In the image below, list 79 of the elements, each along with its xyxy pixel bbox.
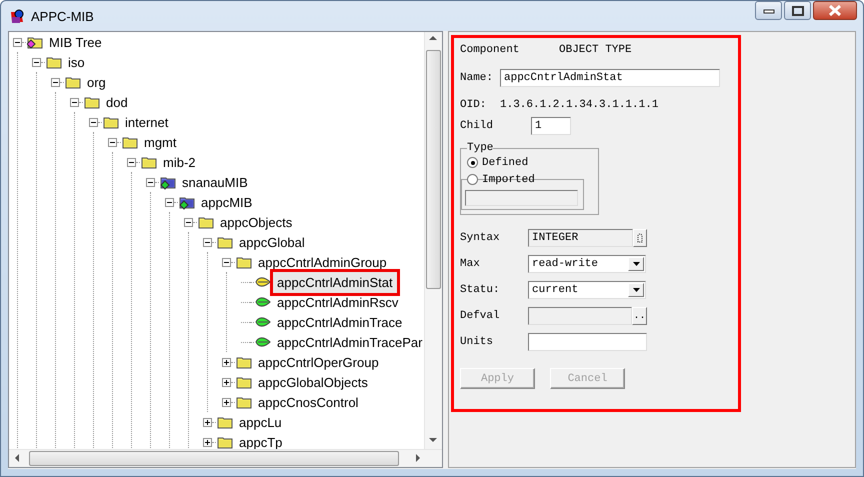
expand-toggle[interactable] bbox=[146, 178, 155, 186]
tree-item[interactable]: appcGlobalObjects bbox=[254, 372, 372, 392]
expand-toggle[interactable] bbox=[108, 138, 117, 146]
component-value: OBJECT TYPE bbox=[559, 44, 632, 56]
scroll-thumb[interactable] bbox=[29, 451, 399, 466]
defval-field[interactable] bbox=[528, 307, 632, 325]
tree-item[interactable]: appcCntrlAdminTracePar bbox=[273, 332, 426, 352]
tree-item[interactable]: internet bbox=[121, 112, 172, 132]
radio-label: Imported bbox=[482, 174, 535, 186]
expand-toggle[interactable] bbox=[165, 198, 174, 206]
expand-toggle[interactable] bbox=[203, 418, 212, 426]
tree-item[interactable]: appcObjects bbox=[216, 212, 296, 232]
scroll-thumb[interactable] bbox=[426, 50, 441, 289]
expand-toggle[interactable] bbox=[89, 118, 98, 126]
tree-item[interactable]: appcCntrlAdminStat bbox=[273, 272, 397, 292]
expand-toggle[interactable] bbox=[222, 358, 231, 366]
tree-item[interactable]: appcCntrlAdminGroup bbox=[254, 252, 391, 272]
tree-item[interactable]: appcCnosControl bbox=[254, 392, 362, 412]
oid-label: OID: bbox=[460, 99, 488, 111]
tree-item[interactable]: appcCntrlAdminTrace bbox=[273, 312, 406, 332]
expand-toggle[interactable] bbox=[70, 98, 79, 106]
dropdown[interactable]: current bbox=[528, 281, 646, 299]
field-label: Statu: bbox=[460, 284, 501, 296]
expand-toggle[interactable] bbox=[222, 258, 231, 266]
tree-item[interactable]: appcMIB bbox=[197, 192, 256, 212]
expand-toggle[interactable] bbox=[222, 398, 231, 406]
field-label: Units bbox=[460, 336, 494, 348]
syntax-field[interactable]: INTEGER bbox=[528, 229, 633, 247]
dropdown-arrow-icon bbox=[632, 261, 640, 267]
expand-toggle[interactable] bbox=[203, 438, 212, 446]
tree-item[interactable]: mib-2 bbox=[159, 152, 200, 172]
child-label: Child bbox=[460, 120, 494, 132]
tree-item[interactable]: snanauMIB bbox=[178, 172, 252, 192]
input-field[interactable] bbox=[465, 190, 578, 206]
expand-toggle[interactable] bbox=[127, 158, 136, 166]
expand-toggle[interactable] bbox=[13, 38, 22, 46]
maximize-button[interactable] bbox=[784, 1, 811, 20]
radio-button[interactable] bbox=[467, 157, 478, 168]
tree-item[interactable]: iso bbox=[64, 52, 89, 72]
expand-toggle[interactable] bbox=[203, 238, 212, 246]
tree-item[interactable]: mgmt bbox=[140, 132, 180, 152]
dotted-icon bbox=[636, 233, 644, 243]
dropdown[interactable]: read-write bbox=[528, 255, 646, 273]
tree-item[interactable]: MIB Tree bbox=[45, 32, 106, 52]
component-label: Component bbox=[460, 44, 520, 56]
maximize-icon bbox=[792, 6, 804, 16]
vertical-scrollbar[interactable] bbox=[424, 32, 442, 450]
tree-item[interactable]: org bbox=[83, 72, 110, 92]
oid-value: 1.3.6.1.2.1.34.3.1.1.1.1 bbox=[500, 99, 658, 111]
tree-item[interactable]: appcLu bbox=[235, 412, 286, 432]
tree-item[interactable]: appcCntrlAdminRscv bbox=[273, 292, 402, 312]
name-label: Name: bbox=[460, 72, 494, 84]
tree-item[interactable]: appcCntrlOperGroup bbox=[254, 352, 383, 372]
close-icon bbox=[828, 5, 842, 16]
window-title: APPC-MIB bbox=[31, 8, 95, 24]
horizontal-scrollbar[interactable] bbox=[9, 449, 442, 467]
lookup-button[interactable] bbox=[633, 229, 647, 247]
field-label: Defval bbox=[460, 310, 501, 322]
app-icon bbox=[9, 8, 25, 24]
minimize-button[interactable] bbox=[755, 1, 782, 20]
expand-toggle[interactable] bbox=[222, 378, 231, 386]
child-field[interactable]: 1 bbox=[531, 117, 571, 135]
field-label: Syntax bbox=[460, 232, 501, 244]
browse-button[interactable]: .. bbox=[632, 307, 647, 325]
expand-toggle[interactable] bbox=[32, 58, 41, 66]
group-title: Type bbox=[467, 142, 494, 154]
name-field[interactable]: appcCntrlAdminStat bbox=[500, 69, 720, 87]
dropdown-arrow-icon bbox=[632, 287, 640, 293]
tree-item[interactable]: appcGlobal bbox=[235, 232, 309, 252]
minimize-icon bbox=[762, 8, 774, 14]
expand-toggle[interactable] bbox=[184, 218, 193, 226]
tree-item[interactable]: dod bbox=[102, 92, 132, 112]
expand-toggle[interactable] bbox=[51, 78, 60, 86]
units-field[interactable] bbox=[528, 333, 647, 351]
radio-label: Defined bbox=[482, 156, 528, 168]
tree-item[interactable]: appcTp bbox=[235, 432, 286, 450]
field-label: Max bbox=[460, 258, 481, 270]
radio-button[interactable] bbox=[467, 174, 478, 185]
close-button[interactable] bbox=[813, 1, 857, 20]
